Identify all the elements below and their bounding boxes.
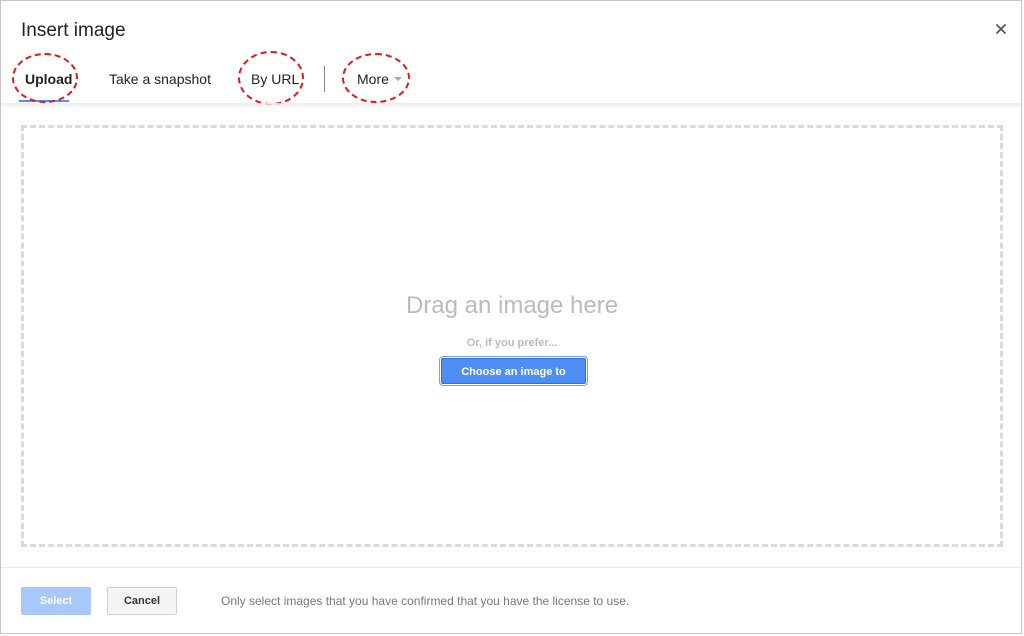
footer-divider (1, 567, 1021, 568)
tab-by-url[interactable]: By URL (251, 59, 299, 99)
close-icon[interactable] (993, 21, 1009, 37)
tab-upload[interactable]: Upload (25, 59, 72, 99)
license-note: Only select images that you have confirm… (221, 594, 630, 608)
drop-zone-subtext: Or, if you prefer... (466, 337, 558, 349)
tab-divider (324, 66, 325, 92)
tab-take-a-snapshot[interactable]: Take a snapshot (109, 59, 211, 99)
tab-bar: Upload Take a snapshot By URL More (1, 51, 1021, 105)
tab-more[interactable]: More (357, 59, 402, 99)
drop-zone[interactable]: Drag an image here Or, if you prefer... … (21, 125, 1003, 547)
dialog-title: Insert image (21, 20, 126, 41)
active-tab-indicator (19, 100, 69, 102)
chevron-down-icon (393, 77, 402, 82)
choose-image-button[interactable]: Choose an image to upload (441, 358, 586, 404)
drop-zone-heading: Drag an image here (405, 292, 619, 319)
select-button[interactable]: Select (21, 587, 91, 615)
close-icon-glyph (996, 24, 1006, 34)
insert-image-dialog: Insert image Upload Take a snapshot By U… (0, 0, 1022, 634)
header-divider (1, 103, 1021, 109)
cancel-button[interactable]: Cancel (107, 587, 177, 615)
tab-more-label: More (357, 71, 389, 87)
